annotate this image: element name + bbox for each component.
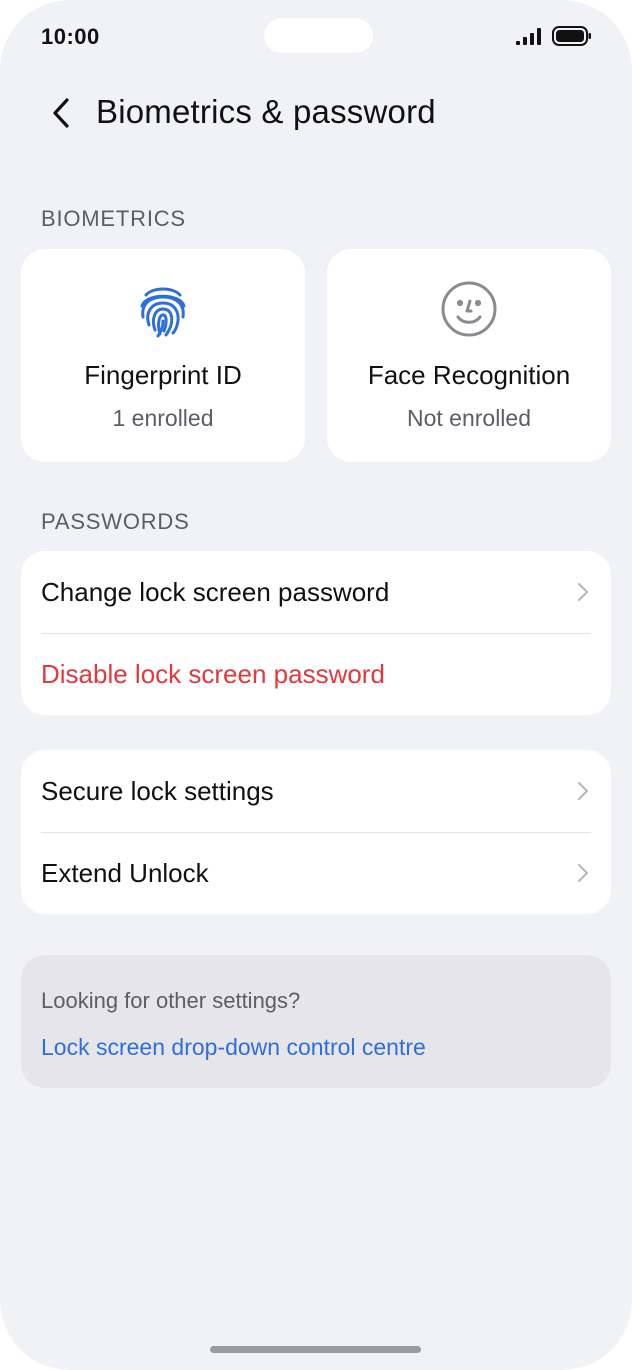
tile-title: Fingerprint ID — [84, 360, 242, 390]
chevron-right-icon — [578, 864, 588, 882]
dynamic-island — [264, 18, 373, 53]
info-text: Looking for other settings? — [41, 988, 301, 1013]
chevron-right-icon — [578, 782, 588, 800]
battery-icon — [552, 26, 591, 46]
face-icon — [441, 281, 497, 337]
section-label-biometrics: BIOMETRICS — [41, 206, 186, 231]
tile-subtitle: Not enrolled — [406, 405, 532, 431]
status-bar: 10:00 — [0, 0, 632, 72]
change-password-row[interactable]: Change lock screen password — [21, 551, 611, 633]
extend-unlock-row[interactable]: Extend Unlock — [21, 832, 611, 914]
tile-subtitle: 1 enrolled — [112, 405, 214, 431]
fingerprint-icon — [140, 287, 186, 338]
row-label: Extend Unlock — [41, 857, 209, 888]
passwords-card: Change lock screen password Disable lock… — [21, 551, 611, 715]
back-button[interactable] — [38, 90, 84, 136]
disable-password-row[interactable]: Disable lock screen password — [21, 633, 611, 715]
row-label: Change lock screen password — [41, 576, 390, 607]
tile-title: Face Recognition — [367, 360, 571, 390]
control-centre-link[interactable]: Lock screen drop-down control centre — [41, 1034, 426, 1061]
home-indicator[interactable] — [210, 1346, 421, 1353]
other-settings-card: Looking for other settings? Lock screen … — [21, 955, 611, 1088]
face-recognition-tile[interactable]: Face Recognition Not enrolled — [327, 249, 611, 462]
row-label: Disable lock screen password — [41, 658, 385, 689]
chevron-left-icon — [53, 98, 69, 128]
fingerprint-id-tile[interactable]: Fingerprint ID 1 enrolled — [21, 249, 305, 462]
phone-screen: 10:00 Biometrics & password BIOMETRICS F… — [0, 0, 632, 1370]
row-label: Secure lock settings — [41, 775, 274, 806]
status-time: 10:00 — [41, 24, 100, 49]
page-title: Biometrics & password — [96, 93, 436, 130]
security-card: Secure lock settings Extend Unlock — [21, 750, 611, 914]
secure-lock-settings-row[interactable]: Secure lock settings — [21, 750, 611, 832]
signal-icon — [516, 28, 541, 45]
section-label-passwords: PASSWORDS — [41, 509, 190, 534]
chevron-right-icon — [578, 583, 588, 601]
